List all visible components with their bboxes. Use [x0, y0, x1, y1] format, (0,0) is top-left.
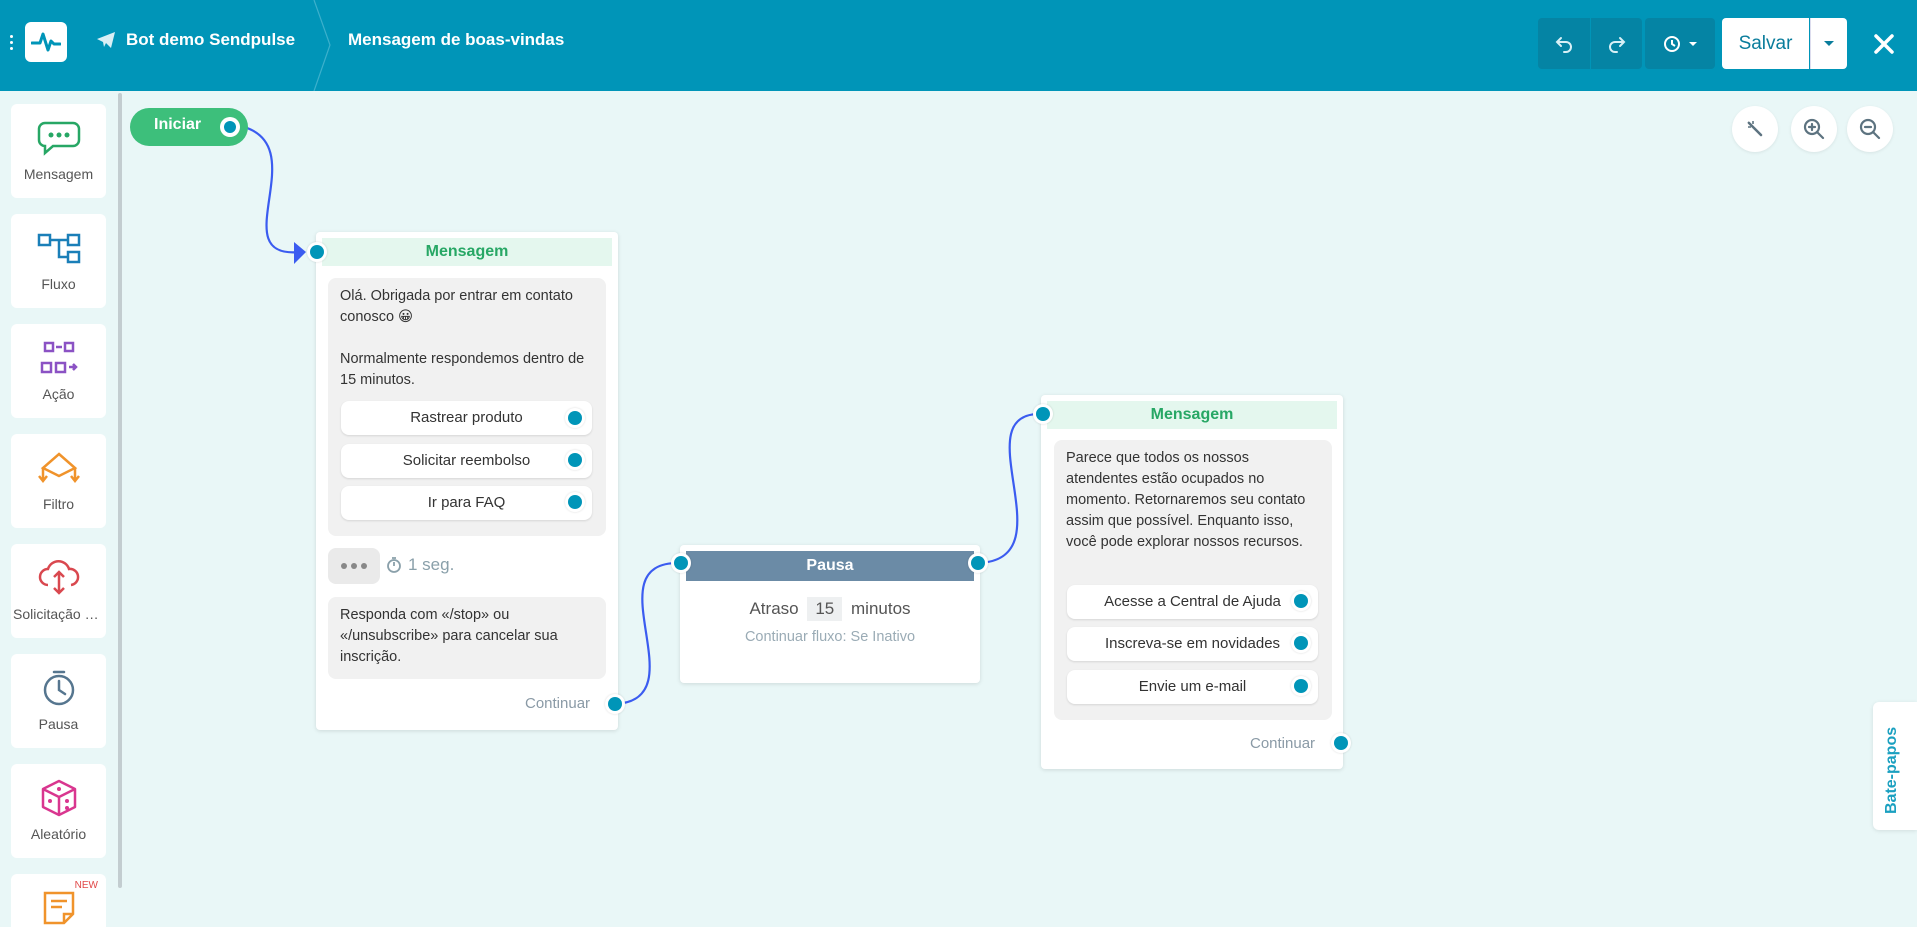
node-title: Pausa [686, 551, 974, 581]
start-output-port[interactable] [220, 117, 240, 137]
message-block-2[interactable]: Responda com «/stop» ou «/unsubscribe» p… [328, 597, 606, 679]
quick-reply-button[interactable]: Solicitar reembolso [341, 444, 592, 478]
quick-reply-label: Solicitar reembolso [402, 452, 531, 469]
typing-indicator[interactable] [328, 548, 380, 584]
pause-output-port[interactable] [968, 553, 988, 573]
quick-reply-button[interactable]: Rastrear produto [341, 401, 592, 435]
quick-reply-button[interactable]: Inscreva-se em novidades [1067, 627, 1318, 661]
quick-reply-label: Ir para FAQ [427, 494, 506, 511]
connection-node1-pause [614, 561, 682, 706]
zoom-out-button[interactable] [1847, 106, 1893, 152]
connection-start-node1 [235, 123, 301, 254]
typing-duration: 1 seg. [386, 555, 454, 575]
start-label: Iniciar [154, 116, 202, 133]
chats-tab-label: Bate-papos [1883, 726, 1900, 814]
continue-label: Continuar [525, 695, 591, 712]
continue-label: Continuar [1250, 735, 1316, 752]
button-output-port[interactable] [1291, 676, 1311, 696]
chats-side-tab[interactable]: Bate-papos [1873, 702, 1917, 830]
zoom-in-icon [1803, 118, 1825, 140]
button-output-port[interactable] [565, 450, 585, 470]
connections-layer [235, 123, 1044, 706]
message-text: Parece que todos os nossos atendentes es… [1066, 450, 1306, 550]
node-title: Mensagem [1047, 401, 1337, 429]
pause-delay-value: 15 [807, 597, 843, 621]
node2-input-port[interactable] [1033, 404, 1053, 424]
start-node[interactable]: Iniciar [130, 108, 248, 146]
node1-continue-port[interactable] [605, 694, 625, 714]
quick-reply-button[interactable]: Acesse a Central de Ajuda [1067, 585, 1318, 619]
pause-node[interactable]: Pausa Atraso 15 minutos Continuar fluxo:… [680, 545, 980, 683]
quick-reply-button[interactable]: Envie um e-mail [1067, 670, 1318, 704]
zoom-in-button[interactable] [1791, 106, 1837, 152]
button-output-port[interactable] [565, 408, 585, 428]
node1-input-port[interactable] [307, 242, 327, 262]
connection-arrow-icon [294, 242, 306, 264]
pause-continue-condition: Continuar fluxo: Se Inativo [744, 629, 916, 645]
pause-delay: Atraso 15 minutos [680, 597, 980, 621]
pause-delay-prefix: Atraso [749, 599, 799, 618]
magic-wand-button[interactable] [1732, 106, 1778, 152]
quick-reply-label: Inscreva-se em novidades [1104, 635, 1281, 652]
zoom-out-icon [1859, 118, 1881, 140]
quick-reply-label: Acesse a Central de Ajuda [1104, 593, 1281, 610]
pause-input-port[interactable] [671, 553, 691, 573]
pause-delay-unit: minutos [851, 599, 911, 618]
button-output-port[interactable] [565, 492, 585, 512]
stopwatch-icon [387, 557, 401, 573]
quick-reply-label: Envie um e-mail [1138, 678, 1247, 695]
message-text: Olá. Obrigada por entrar em contato cono… [340, 288, 585, 388]
message-text: Responda com «/stop» ou «/unsubscribe» p… [340, 607, 558, 665]
button-output-port[interactable] [1291, 591, 1311, 611]
quick-reply-label: Rastrear produto [410, 409, 523, 426]
connection-pause-node2 [977, 412, 1044, 565]
magic-wand-icon [1747, 121, 1763, 137]
node2-continue-port[interactable] [1331, 733, 1351, 753]
typing-duration-value: 1 seg. [408, 555, 455, 574]
node-title: Mensagem [322, 238, 612, 266]
button-output-port[interactable] [1291, 633, 1311, 653]
quick-reply-button[interactable]: Ir para FAQ [341, 486, 592, 520]
